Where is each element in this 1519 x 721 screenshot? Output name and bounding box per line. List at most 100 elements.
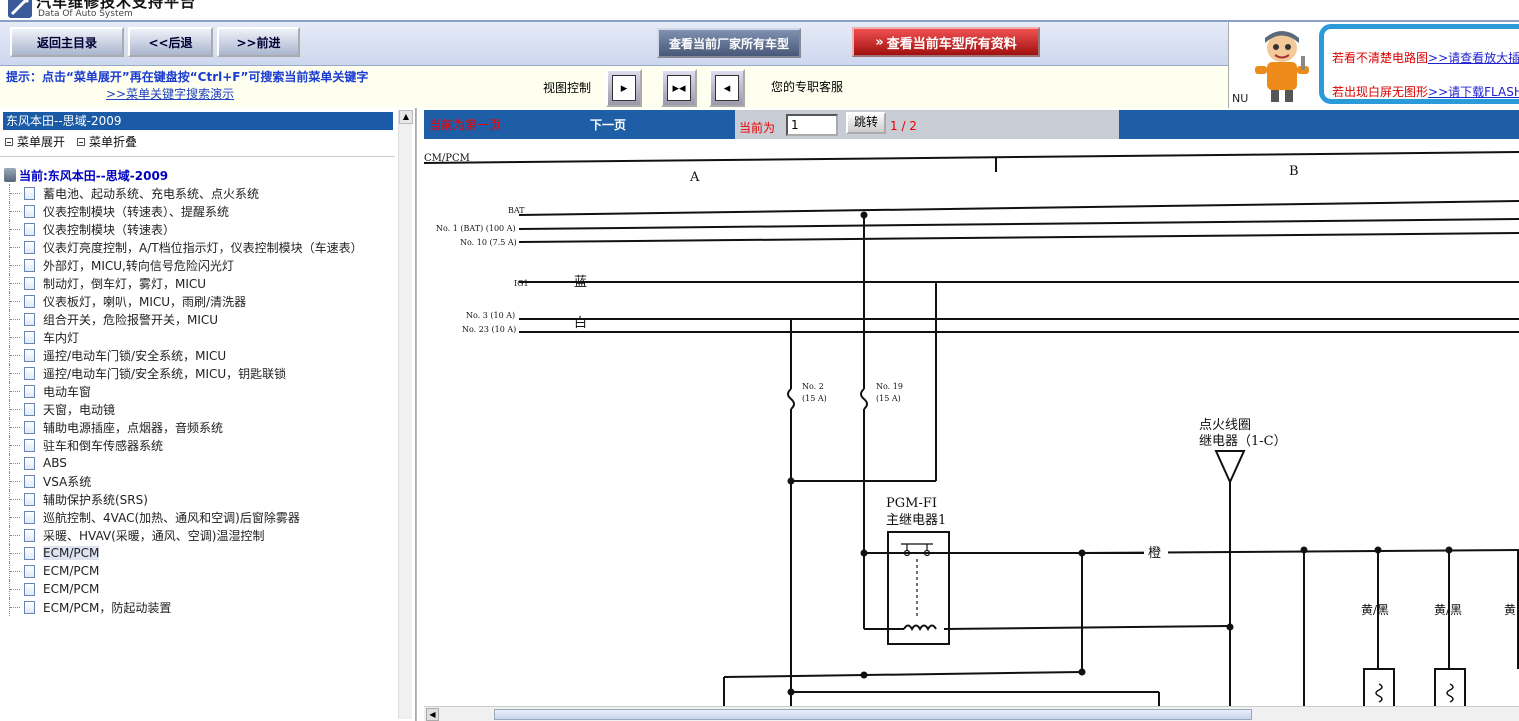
fuse-2-label: No. 2 bbox=[802, 382, 824, 391]
document-icon bbox=[24, 420, 35, 434]
fuse-19-rating: (15 A) bbox=[876, 394, 901, 403]
scroll-up-icon[interactable]: ▲ bbox=[399, 110, 413, 124]
sidebar-scrollbar[interactable]: ▲ bbox=[398, 110, 413, 719]
tree-item-label: 采暖、HVAV(采暖，通风、空调)温湿控制 bbox=[43, 528, 265, 543]
tree-item[interactable]: 外部灯，MICU,转向信号危险闪光灯 bbox=[4, 256, 363, 274]
tree-item-label: 巡航控制、4VAC(加热、通风和空调)后窗除雾器 bbox=[43, 510, 300, 525]
tree-item-label: 天窗，电动镜 bbox=[43, 402, 116, 417]
forward-button[interactable]: >>前进 bbox=[217, 27, 300, 57]
pager-bar: 当前为第一页 下一页 当前为 1 跳转 1 / 2 bbox=[424, 110, 1519, 139]
sidebar-divider bbox=[0, 156, 395, 157]
jump-button[interactable]: 跳转 bbox=[846, 112, 886, 134]
tree-item-label: 仪表灯亮度控制，A/T档位指示灯，仪表控制模块（车速表） bbox=[43, 240, 363, 255]
tree-item[interactable]: ABS bbox=[4, 454, 363, 472]
tree-item[interactable]: 制动灯，倒车灯，雾灯，MICU bbox=[4, 274, 363, 292]
flash-download-link[interactable]: >>请下载FLASH bbox=[1428, 85, 1519, 99]
tree-branch-line bbox=[10, 408, 20, 410]
back-button[interactable]: <<后退 bbox=[128, 27, 213, 57]
tree-item[interactable]: 组合开关，危险报警开关，MICU bbox=[4, 310, 363, 328]
tree-item[interactable]: ECM/PCM bbox=[4, 580, 363, 598]
collapse-box-icon bbox=[77, 137, 86, 146]
tree-item[interactable]: 采暖、HVAV(采暖，通风、空调)温湿控制 bbox=[4, 526, 363, 544]
tree-item-label: VSA系统 bbox=[43, 474, 92, 489]
pgm-relay-label-1: PGM-FI bbox=[886, 496, 937, 511]
tree-item[interactable]: VSA系统 bbox=[4, 472, 363, 490]
wire-white-label: 白 bbox=[574, 315, 587, 331]
pane-divider[interactable] bbox=[416, 108, 424, 721]
ignition-relay-label-1: 点火线圈 bbox=[1199, 418, 1251, 433]
tree-item-label: 仪表板灯，喇叭，MICU，雨刷/清洗器 bbox=[43, 294, 247, 309]
tree-item-label: 仪表控制模块（转速表） bbox=[43, 222, 176, 237]
menu-tree: 当前:东风本田--思域-2009 蓄电池、起动系统、充电系统、点火系统 仪表控制模… bbox=[4, 166, 363, 616]
page-number-input[interactable]: 1 bbox=[786, 114, 838, 136]
tree-item[interactable]: 蓄电池、起动系统、充电系统、点火系统 bbox=[4, 184, 363, 202]
all-models-button[interactable]: 查看当前厂家所有车型 bbox=[657, 28, 801, 58]
tree-item[interactable]: 仪表控制模块（转速表） bbox=[4, 220, 363, 238]
wire-yb-label-1: 黄/黑 bbox=[1361, 603, 1389, 617]
scroll-left-icon[interactable]: ◀ bbox=[426, 708, 439, 721]
tree-item[interactable]: ECM/PCM，防起动装置 bbox=[4, 598, 363, 616]
tree-branch-line bbox=[10, 534, 20, 536]
tree-item[interactable]: 驻车和倒车传感器系统 bbox=[4, 436, 363, 454]
collapse-menu-button[interactable]: 菜单折叠 bbox=[77, 133, 137, 150]
wrench-logo-icon bbox=[8, 0, 32, 18]
zoom-plugin-link[interactable]: >>请查看放大插件 bbox=[1428, 51, 1519, 65]
tree-branch-line bbox=[10, 444, 20, 446]
tree-item[interactable]: ECM/PCM bbox=[4, 562, 363, 580]
next-page-link[interactable]: 下一页 bbox=[590, 116, 626, 133]
tree-item[interactable]: 仪表灯亮度控制，A/T档位指示灯，仪表控制模块（车速表） bbox=[4, 238, 363, 256]
wire-yb-label-3: 黄 bbox=[1504, 603, 1516, 617]
tree-item[interactable]: 电动车窗 bbox=[4, 382, 363, 400]
tree-item[interactable]: 天窗，电动镜 bbox=[4, 400, 363, 418]
tree-item[interactable]: 车内灯 bbox=[4, 328, 363, 346]
document-icon bbox=[24, 546, 35, 560]
tree-item[interactable]: ECM/PCM bbox=[4, 544, 363, 562]
all-data-button[interactable]: » 查看当前车型所有资料 bbox=[852, 27, 1040, 57]
fuse-no10-label: No. 10 (7.5 A) bbox=[460, 238, 517, 247]
tree-item[interactable]: 辅助电源插座，点烟器，音频系统 bbox=[4, 418, 363, 436]
document-icon bbox=[24, 204, 35, 218]
view-expand-right-button[interactable]: ▸ bbox=[606, 69, 642, 107]
all-data-label: 查看当前车型所有资料 bbox=[886, 36, 1017, 52]
tree-item-label: 辅助保护系统(SRS) bbox=[43, 492, 148, 507]
tree-branch-line bbox=[10, 318, 20, 320]
tree-item-label: ABS bbox=[43, 456, 67, 470]
tree-item[interactable]: 巡航控制、4VAC(加热、通风和空调)后窗除雾器 bbox=[4, 508, 363, 526]
document-icon bbox=[24, 600, 35, 614]
document-icon bbox=[24, 402, 35, 416]
tree-item[interactable]: 仪表控制模块（转速表）、提醒系统 bbox=[4, 202, 363, 220]
zoom-tip-text: 若看不清楚电路图 bbox=[1332, 51, 1429, 65]
view-split-button[interactable]: ▸◂ bbox=[661, 69, 697, 107]
search-demo-link[interactable]: >>菜单关键字搜索演示 bbox=[106, 85, 234, 102]
tree-item-label: 遥控/电动车门锁/安全系统，MICU，钥匙联锁 bbox=[43, 366, 287, 381]
tree-item-label: ECM/PCM，防起动装置 bbox=[43, 600, 172, 615]
tree-item-label: 制动灯，倒车灯，雾灯，MICU bbox=[43, 276, 207, 291]
tree-item-label: 蓄电池、起动系统、充电系统、点火系统 bbox=[43, 186, 260, 201]
view-expand-left-button[interactable]: ◂ bbox=[709, 69, 745, 107]
search-hint: 提示：点击“菜单展开”再在键盘按“Ctrl+F”可搜索当前菜单关键字 bbox=[6, 70, 369, 84]
tree-item[interactable]: 辅助保护系统(SRS) bbox=[4, 490, 363, 508]
tree-item[interactable]: 仪表板灯，喇叭，MICU，雨刷/清洗器 bbox=[4, 292, 363, 310]
page-total: 1 / 2 bbox=[890, 119, 917, 133]
tree-item-label: ECM/PCM bbox=[43, 582, 100, 596]
tree-item[interactable]: 遥控/电动车门锁/安全系统，MICU，钥匙联锁 bbox=[4, 364, 363, 382]
nu-label: NU bbox=[1232, 92, 1249, 105]
expand-menu-button[interactable]: 菜单展开 bbox=[5, 133, 65, 150]
tree-branch-line bbox=[10, 300, 20, 302]
computer-icon bbox=[4, 168, 16, 182]
horizontal-scrollbar[interactable]: ◀ bbox=[424, 706, 1519, 721]
home-button[interactable]: 返回主目录 bbox=[10, 27, 124, 57]
page-jump-box: 当前为 1 跳转 1 / 2 bbox=[735, 110, 1119, 139]
tree-item-label: 遥控/电动车门锁/安全系统，MICU bbox=[43, 348, 227, 363]
tree-branch-line bbox=[10, 426, 20, 428]
document-icon bbox=[24, 294, 35, 308]
document-icon bbox=[24, 438, 35, 452]
tree-branch-line bbox=[10, 246, 20, 248]
wire-blue-label: 蓝 bbox=[574, 275, 587, 290]
content-pane: 当前为第一页 下一页 当前为 1 跳转 1 / 2 CM/PCM A B BAT… bbox=[424, 108, 1519, 721]
arrow-left-icon: ◂ bbox=[715, 75, 739, 101]
tree-root[interactable]: 当前:东风本田--思域-2009 bbox=[4, 166, 363, 184]
tree-branch-line bbox=[10, 498, 20, 500]
scroll-thumb[interactable] bbox=[494, 709, 1252, 720]
tree-item[interactable]: 遥控/电动车门锁/安全系统，MICU bbox=[4, 346, 363, 364]
